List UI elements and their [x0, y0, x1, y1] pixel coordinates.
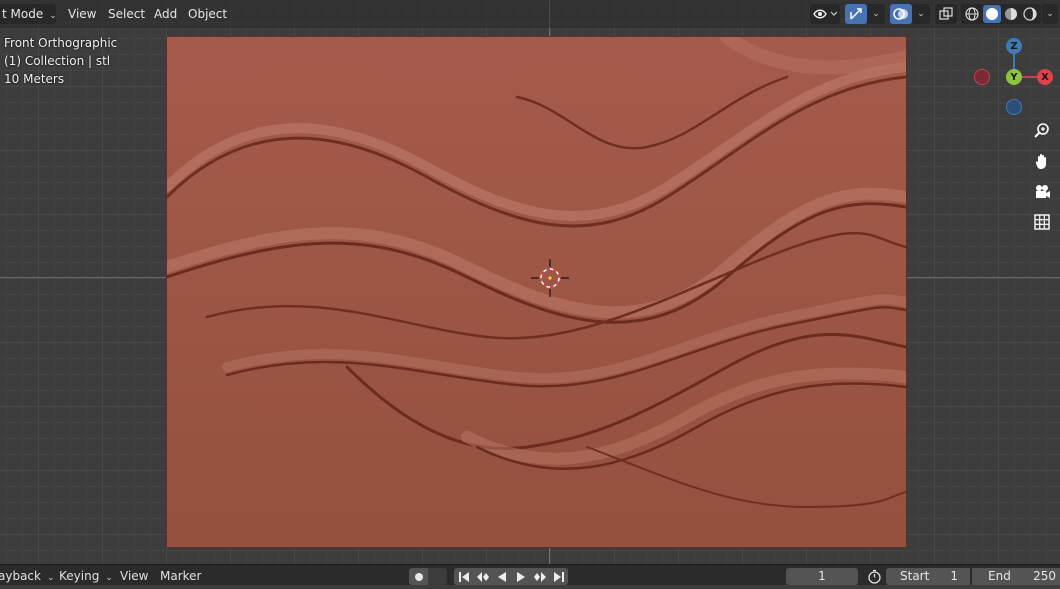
navigation-gizmo[interactable]: Z Y X: [972, 36, 1056, 120]
marker-menu[interactable]: Marker: [160, 565, 201, 586]
zoom-icon: [1034, 123, 1049, 138]
jump-start-icon: [458, 571, 469, 582]
x-label: X: [1041, 71, 1049, 83]
jump-start-button[interactable]: [454, 568, 473, 585]
gizmo-y-axis[interactable]: Y: [1006, 69, 1022, 85]
chevron-down-icon: ⌄: [917, 9, 925, 19]
gizmo-neg-z-axis[interactable]: [1006, 99, 1022, 115]
play-reverse-button[interactable]: [492, 568, 511, 585]
overlays-dropdown[interactable]: ⌄: [912, 4, 930, 24]
3d-viewport[interactable]: t Mode ⌄ View Select Add Object ⌄ ⌄ ⌄ Fr…: [0, 0, 1060, 564]
playback-label: ayback: [0, 569, 41, 583]
jump-keyframe-forward-button[interactable]: [530, 568, 549, 585]
gizmo-z-axis[interactable]: Z: [1006, 38, 1022, 54]
menu-select[interactable]: Select: [102, 4, 151, 24]
rendered-shading-icon[interactable]: [1022, 6, 1038, 22]
chevron-down-icon: ⌄: [46, 573, 55, 583]
pan-button[interactable]: [1030, 149, 1054, 173]
y-label: Y: [1010, 71, 1018, 83]
record-button[interactable]: [409, 568, 428, 585]
jump-end-button[interactable]: [549, 568, 568, 585]
overlays-icon: [893, 8, 908, 20]
material-shading-icon[interactable]: [1003, 6, 1019, 22]
grid-scale: 10 Meters: [4, 72, 65, 86]
stopwatch-icon[interactable]: [867, 569, 882, 584]
shading-dropdown[interactable]: ⌄: [1042, 4, 1058, 24]
grid-icon: [1034, 214, 1050, 230]
menu-object[interactable]: Object: [182, 4, 233, 24]
visibility-toggle[interactable]: [810, 4, 840, 24]
keyframe-forward-icon: [533, 571, 546, 582]
end-label: End: [988, 569, 1011, 583]
menu-add[interactable]: Add: [148, 4, 183, 24]
hand-icon: [1035, 154, 1046, 169]
current-frame-field[interactable]: 1: [786, 568, 858, 585]
play-button[interactable]: [511, 568, 530, 585]
record-icon: [414, 572, 423, 581]
chevron-down-icon: ⌄: [49, 11, 57, 21]
overlays-toggle[interactable]: [890, 4, 912, 24]
play-reverse-icon: [497, 571, 506, 582]
mode-selector[interactable]: t Mode ⌄: [0, 4, 57, 24]
play-icon: [516, 571, 525, 582]
jump-end-icon: [553, 571, 564, 582]
zoom-button[interactable]: [1030, 119, 1054, 143]
camera-view-button[interactable]: [1030, 180, 1054, 204]
gizmo-icon: [850, 8, 862, 20]
camera-icon: [1036, 185, 1050, 198]
orthographic-toggle-button[interactable]: [1030, 210, 1054, 234]
gizmo-dropdown[interactable]: ⌄: [867, 4, 885, 24]
jump-keyframe-back-button[interactable]: [473, 568, 492, 585]
chevron-down-icon: ⌄: [105, 573, 113, 583]
wireframe-shading-icon[interactable]: [964, 6, 980, 22]
shading-modes: [961, 4, 1041, 24]
3d-cursor-icon[interactable]: [531, 259, 569, 297]
playback-menu[interactable]: ayback ⌄: [0, 565, 55, 586]
chevron-down-icon: ⌄: [1046, 9, 1054, 19]
timeline-header: ayback ⌄ Keying ⌄ View Marker 1 Start 1 En…: [0, 564, 1060, 585]
timeline-view-menu[interactable]: View: [120, 565, 148, 586]
end-value: 250: [1033, 569, 1056, 583]
xray-icon: [939, 7, 953, 20]
gizmo-toggle[interactable]: [845, 4, 867, 24]
collection-info: (1) Collection | stl: [4, 54, 111, 68]
gizmo-x-axis[interactable]: X: [1037, 69, 1053, 85]
auto-keying-options[interactable]: [428, 568, 447, 585]
keyframe-back-icon: [476, 571, 489, 582]
start-value: 1: [950, 569, 958, 583]
keying-menu[interactable]: Keying ⌄: [59, 565, 113, 586]
eye-icon: [813, 9, 838, 19]
chevron-down-icon: ⌄: [872, 9, 880, 19]
start-frame-field[interactable]: Start 1: [886, 568, 970, 585]
view-name: Front Orthographic: [4, 36, 118, 50]
keying-label: Keying: [59, 569, 100, 583]
start-label: Start: [900, 569, 930, 583]
xray-toggle[interactable]: [935, 4, 957, 24]
gizmo-neg-x-axis[interactable]: [974, 69, 990, 85]
solid-shading-icon: [985, 8, 998, 20]
z-label: Z: [1010, 40, 1018, 52]
end-frame-field[interactable]: End 250: [972, 568, 1060, 585]
mode-label: t Mode: [2, 7, 44, 21]
menu-view[interactable]: View: [62, 4, 102, 24]
solid-shading-button[interactable]: [982, 5, 1001, 23]
